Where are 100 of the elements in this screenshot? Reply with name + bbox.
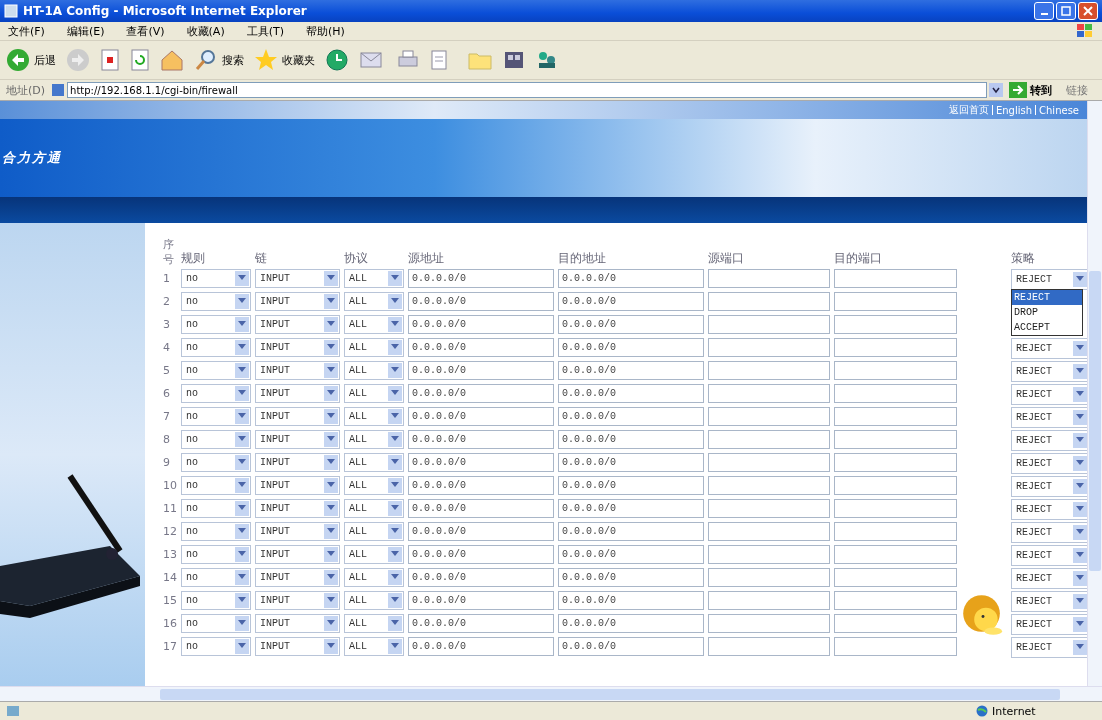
source-port-field[interactable] [708,315,830,334]
dropdown-option[interactable]: REJECT [1012,290,1082,305]
destination-port-field[interactable] [834,591,957,610]
destination-port-field[interactable] [834,614,957,633]
source-address-field[interactable]: 0.0.0.0/0 [408,637,554,656]
protocol-select[interactable]: ALL [344,315,404,334]
destination-address-field[interactable]: 0.0.0.0/0 [558,614,704,633]
destination-port-field[interactable] [834,637,957,656]
source-address-field[interactable]: 0.0.0.0/0 [408,522,554,541]
source-address-field[interactable]: 0.0.0.0/0 [408,476,554,495]
protocol-select[interactable]: ALL [344,568,404,587]
rule-select[interactable]: no [181,522,251,541]
destination-port-field[interactable] [834,453,957,472]
protocol-select[interactable]: ALL [344,430,404,449]
destination-address-field[interactable]: 0.0.0.0/0 [558,292,704,311]
source-address-field[interactable]: 0.0.0.0/0 [408,269,554,288]
rule-select[interactable]: no [181,315,251,334]
rule-select[interactable]: no [181,637,251,656]
go-button[interactable]: 转到 [1009,82,1052,98]
protocol-select[interactable]: ALL [344,614,404,633]
vertical-scrollbar[interactable] [1087,101,1102,686]
close-button[interactable] [1078,2,1098,20]
source-port-field[interactable] [708,338,830,357]
rule-select[interactable]: no [181,499,251,518]
policy-select[interactable]: REJECT [1011,499,1087,520]
source-port-field[interactable] [708,384,830,403]
stop-icon[interactable] [100,49,120,71]
protocol-select[interactable]: ALL [344,453,404,472]
source-address-field[interactable]: 0.0.0.0/0 [408,568,554,587]
chain-select[interactable]: INPUT [255,407,340,426]
destination-port-field[interactable] [834,522,957,541]
dropdown-option[interactable]: ACCEPT [1012,320,1082,335]
source-port-field[interactable] [708,522,830,541]
destination-address-field[interactable]: 0.0.0.0/0 [558,499,704,518]
chain-select[interactable]: INPUT [255,637,340,656]
rule-select[interactable]: no [181,430,251,449]
horizontal-scrollbar[interactable] [0,686,1102,701]
protocol-select[interactable]: ALL [344,407,404,426]
menu-item[interactable]: 工具(T) [246,23,284,39]
home-icon[interactable] [160,49,184,71]
destination-address-field[interactable]: 0.0.0.0/0 [558,453,704,472]
source-address-field[interactable]: 0.0.0.0/0 [408,338,554,357]
back-button[interactable]: 后退 [6,48,56,72]
destination-port-field[interactable] [834,338,957,357]
links-label[interactable]: 链接 [1058,82,1096,98]
source-port-field[interactable] [708,269,830,288]
rule-select[interactable]: no [181,453,251,472]
chain-select[interactable]: INPUT [255,338,340,357]
rule-select[interactable]: no [181,407,251,426]
destination-port-field[interactable] [834,292,957,311]
chain-select[interactable]: INPUT [255,315,340,334]
protocol-select[interactable]: ALL [344,361,404,380]
menu-item[interactable]: 收藏(A) [186,23,225,39]
destination-port-field[interactable] [834,476,957,495]
protocol-select[interactable]: ALL [344,545,404,564]
source-port-field[interactable] [708,545,830,564]
chain-select[interactable]: INPUT [255,384,340,403]
destination-address-field[interactable]: 0.0.0.0/0 [558,522,704,541]
policy-select[interactable]: REJECT [1011,614,1087,635]
source-port-field[interactable] [708,453,830,472]
address-field[interactable]: http://192.168.1.1/cgi-bin/firewall [67,82,987,98]
rule-select[interactable]: no [181,338,251,357]
destination-address-field[interactable]: 0.0.0.0/0 [558,361,704,380]
destination-port-field[interactable] [834,407,957,426]
refresh-icon[interactable] [130,49,150,71]
protocol-select[interactable]: ALL [344,522,404,541]
chain-select[interactable]: INPUT [255,568,340,587]
protocol-select[interactable]: ALL [344,384,404,403]
destination-address-field[interactable]: 0.0.0.0/0 [558,338,704,357]
source-port-field[interactable] [708,292,830,311]
policy-select[interactable]: REJECT [1011,361,1087,382]
window-grid-icon[interactable] [503,49,525,71]
destination-address-field[interactable]: 0.0.0.0/0 [558,568,704,587]
source-port-field[interactable] [708,591,830,610]
rule-select[interactable]: no [181,591,251,610]
menu-item[interactable]: 帮助(H) [306,23,345,39]
policy-select[interactable]: REJECT [1011,591,1087,612]
destination-port-field[interactable] [834,430,957,449]
source-port-field[interactable] [708,476,830,495]
chain-select[interactable]: INPUT [255,361,340,380]
protocol-select[interactable]: ALL [344,338,404,357]
protocol-select[interactable]: ALL [344,476,404,495]
chain-select[interactable]: INPUT [255,499,340,518]
chain-select[interactable]: INPUT [255,269,340,288]
chain-select[interactable]: INPUT [255,476,340,495]
source-address-field[interactable]: 0.0.0.0/0 [408,430,554,449]
source-address-field[interactable]: 0.0.0.0/0 [408,591,554,610]
chain-select[interactable]: INPUT [255,430,340,449]
source-address-field[interactable]: 0.0.0.0/0 [408,315,554,334]
policy-select[interactable]: REJECT [1011,407,1087,428]
source-address-field[interactable]: 0.0.0.0/0 [408,361,554,380]
chain-select[interactable]: INPUT [255,292,340,311]
policy-select[interactable]: REJECT [1011,430,1087,451]
destination-port-field[interactable] [834,384,957,403]
destination-address-field[interactable]: 0.0.0.0/0 [558,269,704,288]
maximize-button[interactable] [1056,2,1076,20]
dropdown-option[interactable]: DROP [1012,305,1082,320]
search-button[interactable]: 搜索 [194,48,244,72]
destination-address-field[interactable]: 0.0.0.0/0 [558,591,704,610]
source-address-field[interactable]: 0.0.0.0/0 [408,407,554,426]
